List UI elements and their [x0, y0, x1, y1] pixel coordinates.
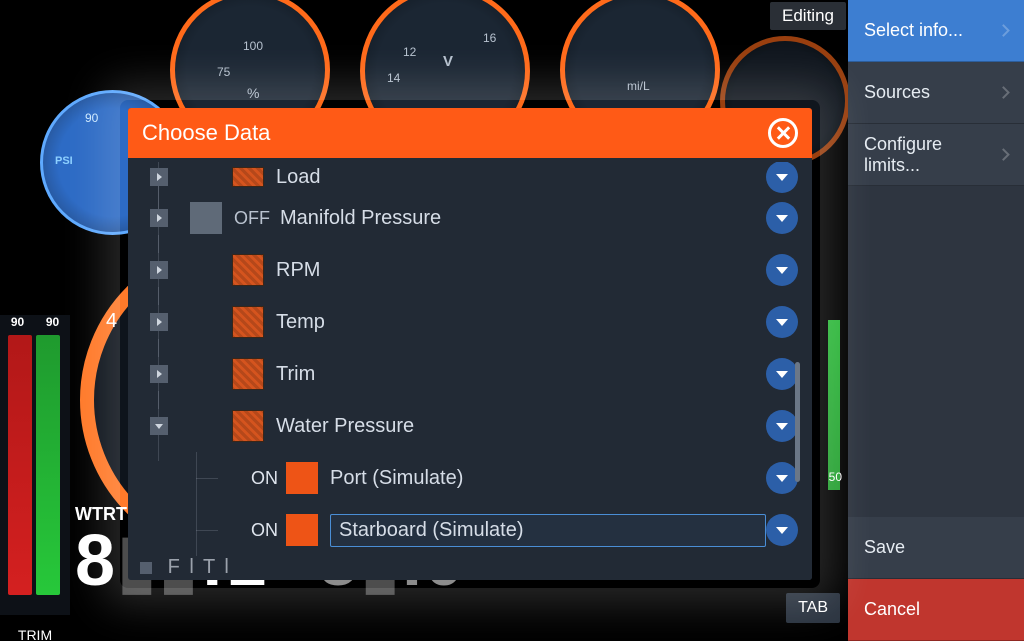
expand-icon[interactable]: [150, 209, 168, 227]
tree-item-label: Trim: [276, 363, 766, 386]
wtrt-digit: 8: [75, 521, 117, 601]
tree-gutter: [136, 417, 182, 435]
dialog-body: Load OFF Manifold Pressure RPM: [128, 158, 812, 580]
menu-item-label: Select info...: [864, 20, 963, 41]
dropdown-icon[interactable]: [766, 462, 798, 494]
data-tree: Load OFF Manifold Pressure RPM: [132, 162, 802, 576]
close-icon[interactable]: [768, 118, 798, 148]
tree-gutter: [136, 168, 182, 186]
dropdown-icon[interactable]: [766, 410, 798, 442]
color-swatch: [232, 254, 264, 286]
tree-item-label: Manifold Pressure: [280, 207, 766, 230]
tree-item[interactable]: F l T l: [132, 556, 802, 576]
menu-item-sources[interactable]: Sources: [848, 62, 1024, 124]
tree-item-label: Starboard (Simulate): [330, 514, 766, 547]
menu-spacer: [848, 186, 1024, 517]
psi-label: PSI: [55, 155, 73, 167]
dropdown-icon[interactable]: [766, 162, 798, 193]
menu-item-label: Cancel: [864, 599, 920, 620]
gauge-tick: 100: [243, 39, 263, 53]
tree-item-label: Load: [276, 166, 766, 189]
dropdown-icon[interactable]: [766, 306, 798, 338]
tab-indicator-bar: [828, 320, 840, 490]
dropdown-icon[interactable]: [766, 514, 798, 546]
state-indicator: OFF: [234, 208, 280, 229]
dropdown-icon[interactable]: [766, 202, 798, 234]
color-swatch: [232, 167, 264, 187]
tree-item-label: Port (Simulate): [330, 467, 766, 490]
expand-icon[interactable]: [150, 168, 168, 186]
tree-item-label: Temp: [276, 311, 766, 334]
menu-item-label: Configure limits...: [864, 134, 999, 176]
trim-right-value: 90: [46, 315, 59, 337]
editing-side-menu: Select info... Sources Configure limits.…: [848, 0, 1024, 641]
state-indicator: ON: [236, 520, 286, 541]
tree-item-label: Water Pressure: [276, 415, 766, 438]
color-swatch: [190, 202, 222, 234]
color-swatch: [232, 306, 264, 338]
collapse-icon[interactable]: [150, 417, 168, 435]
tree-item-manifold-pressure[interactable]: OFF Manifold Pressure: [132, 192, 802, 244]
dialog-title: Choose Data: [142, 120, 270, 146]
gauge-tick: 90: [85, 111, 98, 125]
trim-panel: 90 90 TRIM: [0, 315, 70, 615]
menu-item-select-info[interactable]: Select info...: [848, 0, 1024, 62]
dialog-header: Choose Data: [128, 108, 812, 158]
color-swatch: [286, 462, 318, 494]
tree-gutter: [136, 261, 182, 279]
color-swatch: [232, 410, 264, 442]
gauge-unit: mi/L: [627, 79, 650, 93]
menu-item-label: Save: [864, 537, 905, 558]
scrollbar-thumb[interactable]: [795, 362, 800, 482]
gauge-unit: V: [443, 53, 453, 70]
choose-data-dialog: Choose Data Load OFF Manifold Pressure: [128, 108, 812, 580]
tree-item-water-pressure[interactable]: Water Pressure: [132, 400, 802, 452]
dropdown-icon[interactable]: [766, 358, 798, 390]
gauge-tick: 16: [483, 31, 496, 45]
tree-item-label: F l T l: [168, 556, 231, 576]
tree-subitem-starboard-simulate[interactable]: ON Starboard (Simulate): [132, 504, 802, 556]
trim-bar-port: [8, 335, 32, 595]
tab-label: TAB: [786, 593, 840, 623]
menu-item-configure-limits[interactable]: Configure limits...: [848, 124, 1024, 186]
tree-item-label: RPM: [276, 259, 766, 282]
trim-caption: TRIM: [0, 627, 70, 641]
expand-icon[interactable]: [150, 261, 168, 279]
expand-icon[interactable]: [150, 313, 168, 331]
gauge-tick: 12: [403, 45, 416, 59]
gauge-tick: 14: [387, 71, 400, 85]
gauge-unit: %: [247, 85, 259, 101]
dropdown-icon[interactable]: [766, 254, 798, 286]
trim-bar-starboard: [36, 335, 60, 595]
tree-subitem-port-simulate[interactable]: ON Port (Simulate): [132, 452, 802, 504]
tree-gutter: [136, 209, 182, 227]
menu-item-save[interactable]: Save: [848, 517, 1024, 579]
state-indicator: ON: [236, 468, 286, 489]
color-swatch: [286, 514, 318, 546]
trim-left-value: 90: [11, 315, 24, 337]
gauge-tick: 4: [106, 310, 117, 333]
editing-mode-badge: Editing: [770, 2, 846, 30]
tree-gutter: [136, 313, 182, 331]
tree-item-trim[interactable]: Trim: [132, 348, 802, 400]
tree-item-temp[interactable]: Temp: [132, 296, 802, 348]
tree-item-rpm[interactable]: RPM: [132, 244, 802, 296]
tab-indicator-value: 50: [829, 470, 842, 484]
tree-item[interactable]: Load: [132, 162, 802, 192]
tree-gutter: [136, 365, 182, 383]
menu-item-cancel[interactable]: Cancel: [848, 579, 1024, 641]
expand-icon[interactable]: [150, 365, 168, 383]
gauge-tick: 75: [217, 65, 230, 79]
menu-item-label: Sources: [864, 82, 930, 103]
color-swatch: [232, 358, 264, 390]
